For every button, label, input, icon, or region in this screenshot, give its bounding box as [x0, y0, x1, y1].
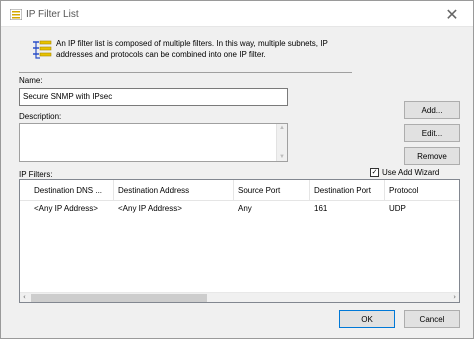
description-scrollbar[interactable]: ▲ ▼	[276, 124, 287, 161]
ip-filters-label: IP Filters:	[19, 170, 53, 179]
cell-destination-dns: <Any IP Address>	[34, 204, 98, 213]
name-field[interactable]: Secure SNMP with IPsec	[19, 88, 288, 106]
column-header-protocol[interactable]: Protocol	[385, 180, 459, 201]
chevron-up-icon[interactable]: ▲	[279, 125, 285, 131]
horizontal-scrollbar[interactable]: ‹ ›	[20, 292, 459, 302]
column-header-destination-dns[interactable]: Destination DNS ...	[20, 180, 114, 201]
intro-text: An IP filter list is composed of multipl…	[56, 39, 328, 59]
table-row[interactable]: <Any IP Address> <Any IP Address> Any 16…	[20, 201, 459, 216]
edit-button[interactable]: Edit...	[404, 124, 460, 142]
description-field[interactable]: ▲ ▼	[19, 123, 288, 162]
close-button[interactable]: ✕	[431, 1, 473, 27]
cell-protocol: UDP	[389, 204, 406, 213]
filter-list-icon	[33, 40, 52, 59]
name-label: Name:	[19, 76, 43, 85]
divider	[19, 72, 352, 73]
cell-destination-address: <Any IP Address>	[118, 204, 182, 213]
cancel-button[interactable]: Cancel	[404, 310, 460, 328]
filter-list-icon	[10, 9, 22, 20]
description-label: Description:	[19, 112, 62, 121]
use-add-wizard-label: Use Add Wizard	[382, 168, 440, 177]
chevron-left-icon[interactable]: ‹	[23, 293, 26, 301]
column-header-destination-port[interactable]: Destination Port	[310, 180, 385, 201]
ip-filter-list-dialog: IP Filter List ✕ An IP filter list is co…	[0, 0, 474, 339]
cell-destination-port: 161	[314, 204, 328, 213]
add-button[interactable]: Add...	[404, 101, 460, 119]
cell-source-port: Any	[238, 204, 252, 213]
remove-button[interactable]: Remove	[404, 147, 460, 165]
window-title: IP Filter List	[26, 9, 79, 20]
title-bar: IP Filter List ✕	[1, 1, 473, 27]
column-header-destination-address[interactable]: Destination Address	[114, 180, 234, 201]
close-icon: ✕	[445, 4, 459, 24]
use-add-wizard-checkbox[interactable]: ✓ Use Add Wizard	[370, 168, 439, 177]
column-header-source-port[interactable]: Source Port	[234, 180, 310, 201]
list-header: Destination DNS ... Destination Address …	[20, 180, 459, 201]
ip-filters-list[interactable]: Destination DNS ... Destination Address …	[19, 179, 460, 303]
ok-button[interactable]: OK	[339, 310, 395, 328]
checkbox-box[interactable]: ✓	[370, 168, 379, 177]
chevron-right-icon[interactable]: ›	[453, 293, 456, 301]
scrollbar-thumb[interactable]	[31, 294, 207, 302]
chevron-down-icon[interactable]: ▼	[279, 154, 285, 160]
